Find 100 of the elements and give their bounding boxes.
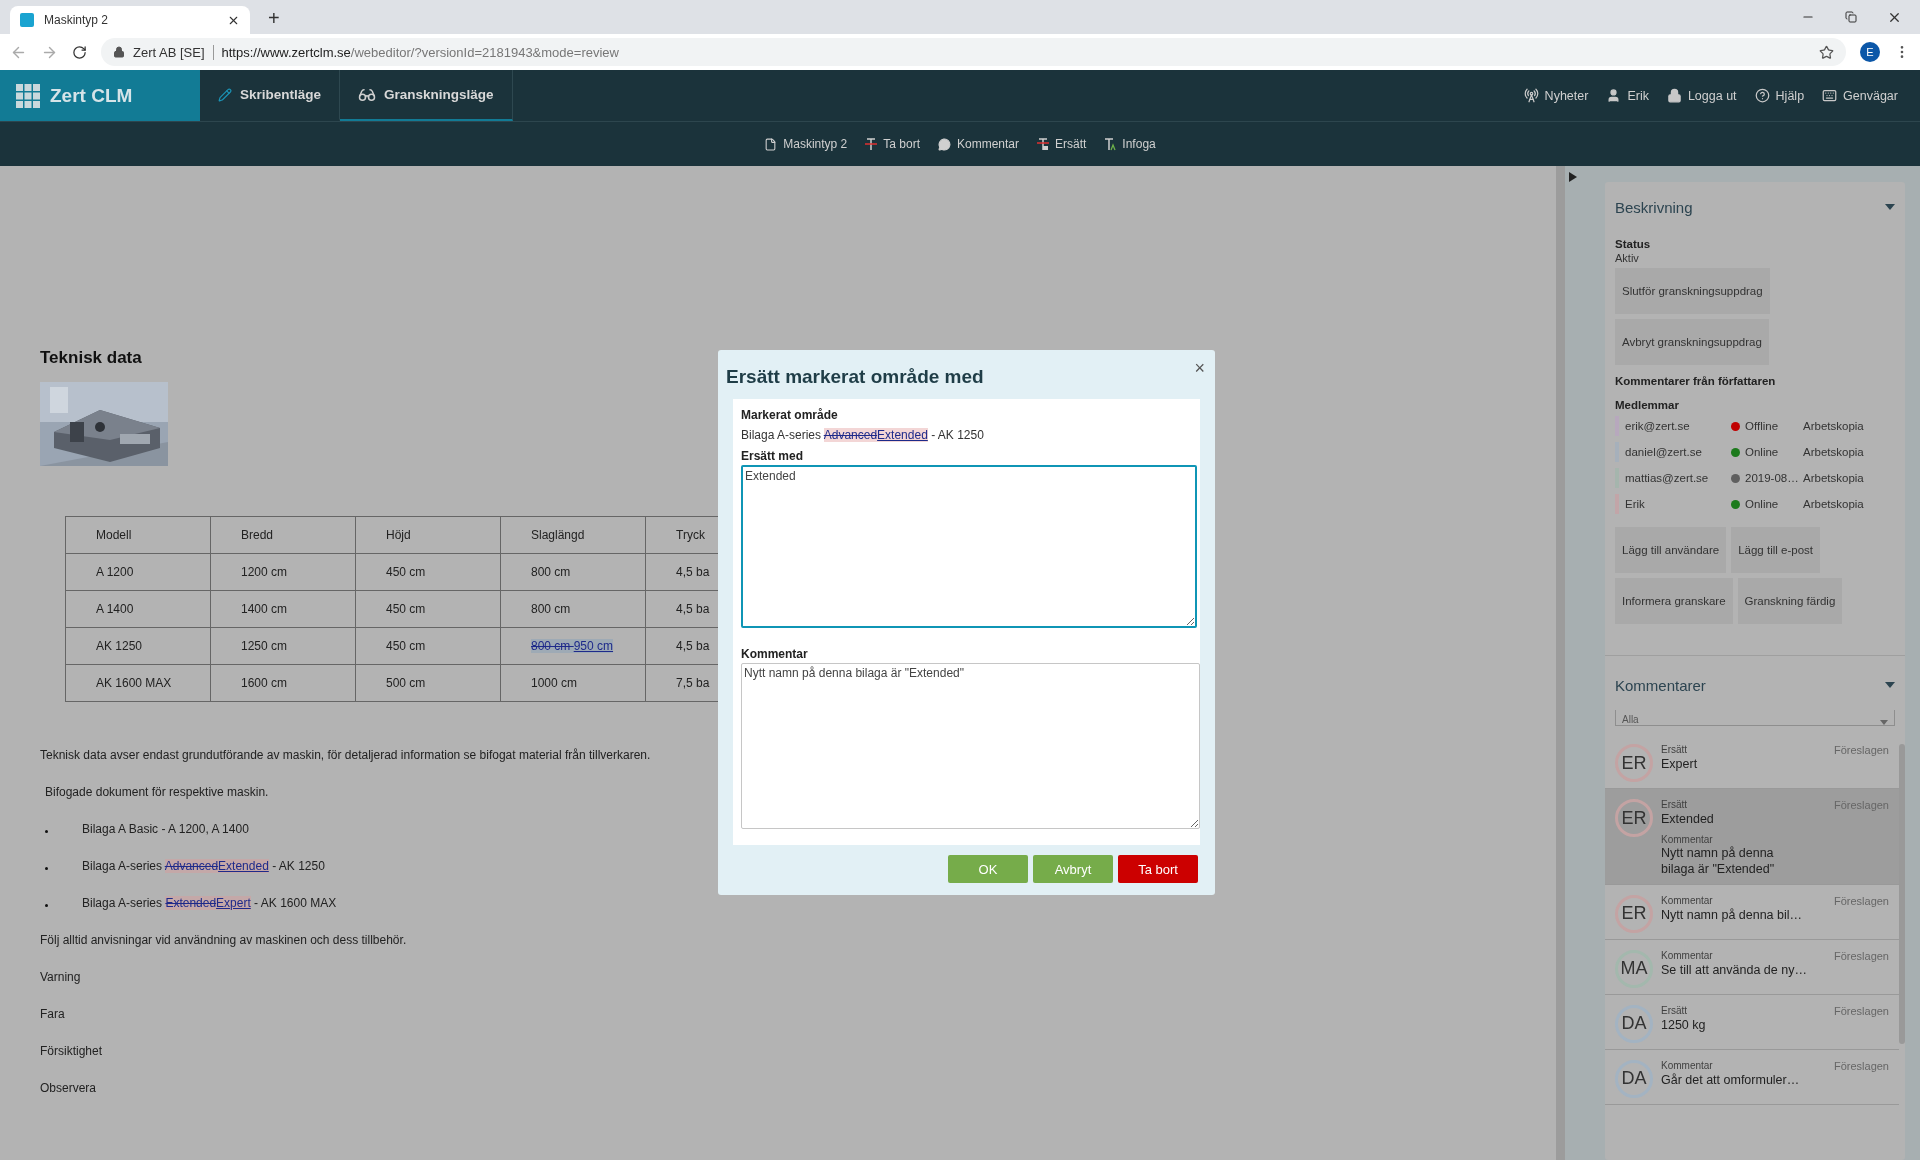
site-name: Zert AB [SE]	[133, 44, 214, 60]
help-icon	[1754, 88, 1770, 103]
toolbar-button[interactable]: Ersätt	[1037, 137, 1087, 151]
scrollbar[interactable]	[1899, 744, 1905, 1044]
tracked-change: 800 cm 950 cm	[531, 639, 614, 653]
dialog-button[interactable]: Ta bort	[1118, 855, 1198, 883]
table-cell: 450 cm	[355, 627, 501, 665]
member-role: Arbetskopia	[1803, 472, 1864, 484]
paragraph: Försiktighet	[40, 1043, 103, 1058]
antenna-icon	[1523, 88, 1539, 103]
bookmark-star-icon[interactable]	[1819, 44, 1834, 60]
header-link[interactable]: Erik	[1606, 88, 1649, 103]
comment-type: Ersätt	[1661, 1004, 1688, 1017]
profile-avatar[interactable]: E	[1860, 42, 1880, 62]
member-status: Offline	[1745, 420, 1780, 432]
field-label: Ersätt med	[741, 447, 805, 465]
member-status: Online	[1745, 446, 1780, 458]
table-cell: AK 1250	[65, 627, 211, 665]
member-email: Erik	[1625, 498, 1646, 510]
comment-text: Nytt namn på denna bil…	[1661, 907, 1804, 922]
comment-status: Föreslagen	[1833, 894, 1889, 907]
site-favicon-icon	[20, 13, 34, 27]
section-header[interactable]: Kommentarer	[1605, 660, 1905, 710]
section-header[interactable]: Beskrivning	[1605, 182, 1905, 232]
toolbar-button[interactable]: Ta bort	[865, 137, 920, 151]
keyboard-icon	[1822, 88, 1838, 103]
member-role: Arbetskopia	[1803, 446, 1864, 458]
replace-field[interactable]: Extended	[741, 465, 1197, 628]
header-link[interactable]: Genvägar	[1822, 88, 1898, 103]
new-tab-button[interactable]: +	[264, 7, 284, 30]
pencil-icon	[218, 87, 232, 102]
bullet-icon	[45, 830, 48, 833]
paragraph: Teknisk data avser endast grundutförande av maskin, för detaljerad information se bifogat material från tillverkaren.	[40, 747, 651, 762]
filter-select[interactable]: Alla	[1615, 710, 1895, 726]
speech-bubble-icon	[938, 137, 951, 151]
table-cell: 800 cm	[500, 590, 646, 628]
table-header-cell: Modell	[65, 516, 211, 554]
paragraph: Bifogade dokument för respektive maskin.	[45, 784, 269, 799]
bullet-icon	[45, 904, 48, 907]
comment-status: Föreslagen	[1833, 1004, 1889, 1017]
toolbar-button[interactable]: Infoga	[1104, 137, 1156, 151]
section-heading: Teknisk data	[40, 348, 143, 368]
comment-field[interactable]: Nytt namn på denna bilaga är "Extended"	[741, 663, 1200, 829]
header-link[interactable]: Hjälp	[1754, 88, 1805, 103]
action-button[interactable]: Slutför granskningsuppdrag	[1615, 268, 1770, 314]
table-header-cell: Bredd	[210, 516, 356, 554]
table-header-cell: Slaglängd	[500, 516, 646, 554]
table-cell: AK 1600 MAX	[65, 664, 211, 702]
table-cell: 1200 cm	[210, 553, 356, 591]
paragraph: Följ alltid anvisningar vid användning av maskinen och dess tillbehör.	[40, 932, 407, 947]
restore-icon[interactable]	[1845, 11, 1857, 23]
field-label: Status	[1615, 238, 1652, 250]
action-button[interactable]: Lägg till användare	[1615, 527, 1727, 573]
toolbar-button[interactable]: Kommentar	[938, 137, 1019, 151]
marked-text: Bilaga A-series AdvancedExtended - AK 1250	[741, 428, 984, 442]
app-grid-icon[interactable]	[16, 83, 40, 108]
avatar: DA	[1615, 1004, 1653, 1043]
file-icon	[764, 137, 778, 151]
header-link[interactable]: Logga ut	[1666, 88, 1737, 103]
member-email: mattias@zert.se	[1625, 472, 1710, 484]
dialog-title: Ersätt markerat område med	[726, 365, 984, 389]
collapse-arrow-icon[interactable]	[1569, 172, 1577, 182]
action-button[interactable]: Avbryt granskningsuppdrag	[1615, 319, 1769, 365]
list-item-text: Bilaga A-series ExtendedExpert - AK 1600 MAX	[82, 895, 337, 910]
field-label: Markerat område	[741, 406, 839, 424]
member-role: Arbetskopia	[1803, 498, 1864, 510]
header-link[interactable]: Nyheter	[1523, 88, 1589, 103]
comment-status: Föreslagen	[1833, 1059, 1889, 1072]
list-item-text: Bilaga A Basic - A 1200, A 1400	[82, 821, 249, 836]
scrollbar[interactable]	[1556, 166, 1565, 1160]
comment-type: Ersätt	[1661, 744, 1688, 756]
browser-tab[interactable]: Maskintyp 2	[10, 6, 250, 34]
action-button[interactable]: Lägg till e-post	[1731, 527, 1820, 573]
bullet-icon	[45, 867, 48, 870]
action-button[interactable]: Informera granskare	[1615, 578, 1733, 624]
comment-text: Nytt namn på denna bilaga är "Extended"	[1661, 845, 1776, 878]
caret-icon	[1885, 204, 1895, 210]
table-header-cell: Höjd	[355, 516, 501, 554]
toolbar-button[interactable]: Maskintyp 2	[764, 137, 848, 151]
avatar: MA	[1615, 949, 1653, 988]
app-logo[interactable]: Zert CLM	[50, 84, 133, 107]
paragraph: Fara	[40, 1006, 65, 1021]
comment-text: Extended	[1661, 812, 1715, 826]
comment-type: Ersätt	[1661, 799, 1688, 811]
action-button[interactable]: Granskning färdig	[1737, 578, 1843, 624]
close-button[interactable]: ×	[1192, 358, 1207, 379]
caret-icon	[1880, 720, 1888, 725]
comment-text: Se till att använda de ny…	[1661, 962, 1808, 977]
avatar: ER	[1615, 799, 1653, 837]
section-label: Medlemmar	[1615, 399, 1680, 411]
comment-type: Kommentar	[1661, 834, 1714, 845]
table-cell: 1000 cm	[500, 664, 646, 702]
table-cell: A 1200	[65, 553, 211, 591]
paragraph: Varning	[40, 969, 81, 984]
table-cell: 450 cm	[355, 590, 501, 628]
comment-text: 1250 kg	[1661, 1017, 1707, 1032]
address-bar[interactable]: Zert AB [SE] https://www.zertclm.se/webeditor/?versionId=2181943&mode=review	[101, 38, 1846, 66]
strikethrough-t-icon	[865, 137, 878, 151]
reload-icon[interactable]	[72, 44, 87, 60]
field-value: Aktiv	[1615, 252, 1640, 264]
